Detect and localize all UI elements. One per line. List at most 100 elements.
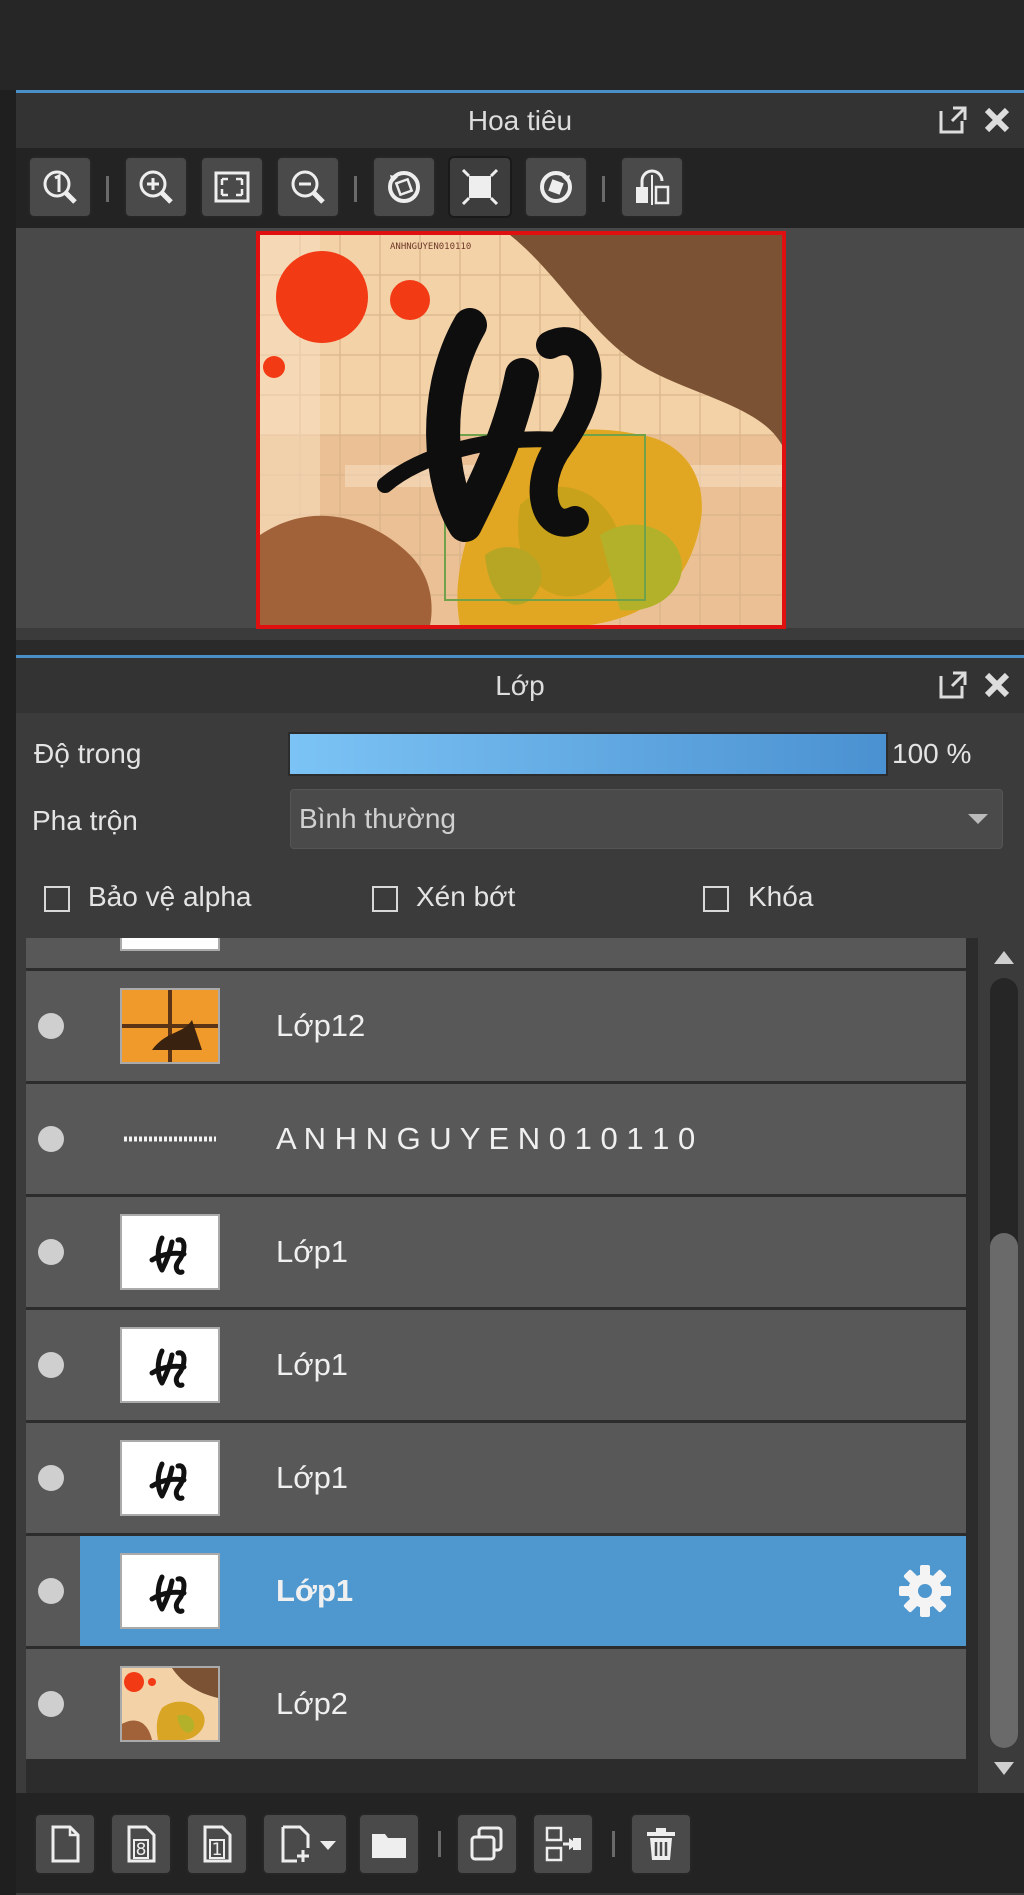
navigator-toolbar — [16, 148, 1024, 228]
flip-horizontal-button[interactable] — [620, 156, 684, 218]
layer-row-partial[interactable] — [26, 938, 966, 968]
layer-thumbnail — [120, 938, 220, 951]
layer-row[interactable]: Lớp1 — [26, 1310, 966, 1420]
toolbar-separator — [354, 176, 357, 202]
popout-icon[interactable] — [938, 105, 968, 135]
new-page-icon — [51, 1825, 80, 1863]
layer-thumbnail — [120, 1440, 220, 1516]
merge-down-icon — [545, 1826, 581, 1862]
layer-thumbnail — [120, 1553, 220, 1629]
layer-row-selected[interactable]: Lớp1 — [26, 1536, 966, 1646]
rotate-right-icon — [540, 171, 572, 203]
layer-row[interactable]: Lớp1 — [26, 1423, 966, 1533]
toolbar-separator — [602, 176, 605, 202]
delete-layer-button[interactable] — [630, 1813, 692, 1875]
layers-header: Lớp — [16, 655, 1024, 713]
visibility-toggle-icon[interactable] — [38, 1013, 64, 1039]
left-edge — [0, 90, 16, 1895]
top-strip — [0, 0, 1024, 90]
layer-name: Lớp1 — [276, 1347, 349, 1382]
rotate-left-icon — [388, 171, 420, 203]
zoom-actual-button[interactable] — [28, 156, 92, 218]
navigator-panel: Hoa tiêu ANHNGUYEN010110 — [16, 90, 1024, 640]
gear-icon[interactable] — [898, 1564, 952, 1618]
layer-thumbnail — [120, 988, 220, 1064]
layer-name: Lớp2 — [276, 1686, 349, 1721]
layers-title: Lớp — [495, 670, 545, 701]
protect-alpha-label: Bảo vệ alpha — [88, 881, 252, 912]
layer-8bit-icon: 8 — [127, 1825, 156, 1863]
clipping-label: Xén bớt — [416, 881, 516, 912]
chevron-down-icon — [320, 1841, 336, 1850]
scrollbar-track[interactable] — [990, 978, 1018, 1748]
blend-mode-value: Bình thường — [299, 803, 456, 834]
blend-mode-label: Pha trộn — [32, 805, 138, 836]
layer-name: Lớp1 — [276, 1460, 349, 1495]
blend-mode-select[interactable]: Bình thường — [290, 789, 1003, 849]
visibility-toggle-icon[interactable] — [38, 1352, 64, 1378]
new-1bit-layer-button[interactable]: 1 — [186, 1813, 248, 1875]
chevron-down-icon — [968, 814, 988, 824]
toolbar-separator — [106, 176, 109, 202]
new-layer-button[interactable] — [34, 1813, 96, 1875]
layer-name: A N H N G U Y E N 0 1 0 1 1 0 — [276, 1121, 696, 1156]
layer-row[interactable]: Lớp12 — [26, 971, 966, 1081]
scrollbar-thumb[interactable] — [990, 1233, 1018, 1748]
rotate-left-button[interactable] — [372, 156, 436, 218]
preview-caption: ANHNGUYEN010110 — [390, 242, 471, 252]
add-layer-icon — [281, 1825, 310, 1863]
navigator-title: Hoa tiêu — [467, 105, 573, 136]
add-layer-menu-button[interactable] — [262, 1813, 348, 1875]
layer-name: Lớp12 — [276, 1008, 366, 1043]
canvas-preview[interactable]: ANHNGUYEN010110 — [256, 231, 786, 629]
clipping-checkbox[interactable] — [372, 886, 398, 912]
visibility-toggle-icon[interactable] — [38, 1239, 64, 1265]
rotate-right-button[interactable] — [524, 156, 588, 218]
layers-scrollbar[interactable] — [982, 938, 1024, 1793]
layers-panel: Lớp Độ trong 100 % Pha trộn Bình thường … — [16, 655, 1024, 1895]
zoom-in-button[interactable] — [124, 156, 188, 218]
protect-alpha-checkbox[interactable] — [44, 886, 70, 912]
layer-name: Lớp1 — [276, 1573, 354, 1608]
layer-row[interactable]: Lớp2 — [26, 1649, 966, 1759]
fit-screen-button[interactable] — [200, 156, 264, 218]
duplicate-icon — [470, 1826, 503, 1861]
zoom-actual-icon — [43, 170, 77, 204]
artwork-thumbnail: ANHNGUYEN010110 — [260, 235, 782, 625]
opacity-slider[interactable] — [288, 732, 888, 776]
merge-layer-button[interactable] — [532, 1813, 594, 1875]
duplicate-layer-button[interactable] — [456, 1813, 518, 1875]
navigator-header: Hoa tiêu — [16, 90, 1024, 148]
new-8bit-layer-button[interactable]: 8 — [110, 1813, 172, 1875]
lock-checkbox[interactable] — [703, 886, 729, 912]
layers-list: Lớp12 A N H N G U Y E N 0 1 0 1 1 0 Lớp1… — [26, 938, 978, 1793]
opacity-label: Độ trong — [34, 738, 142, 769]
layer-row[interactable]: A N H N G U Y E N 0 1 0 1 1 0 — [26, 1084, 966, 1194]
flip-horizontal-icon — [636, 169, 670, 205]
visibility-toggle-icon[interactable] — [38, 1578, 64, 1604]
zoom-out-button[interactable] — [276, 156, 340, 218]
opacity-value: 100 % — [892, 738, 972, 769]
zoom-in-icon — [139, 170, 173, 204]
new-folder-button[interactable] — [358, 1813, 420, 1875]
trash-icon — [647, 1828, 675, 1860]
visibility-toggle-icon[interactable] — [38, 1126, 64, 1152]
scroll-up-icon[interactable] — [992, 948, 1016, 966]
layer-row[interactable]: Lớp1 — [26, 1197, 966, 1307]
close-icon[interactable] — [982, 670, 1012, 700]
layer-name: Lớp1 — [276, 1234, 349, 1269]
toolbar-separator — [612, 1831, 615, 1857]
reset-rotation-button[interactable] — [448, 156, 512, 218]
folder-icon — [372, 1834, 406, 1858]
lock-label: Khóa — [748, 881, 814, 912]
scroll-down-icon[interactable] — [992, 1760, 1016, 1778]
visibility-toggle-icon[interactable] — [38, 1691, 64, 1717]
visibility-toggle-icon[interactable] — [38, 1465, 64, 1491]
layer-thumbnail — [120, 1101, 220, 1177]
popout-icon[interactable] — [938, 670, 968, 700]
toolbar-separator — [438, 1831, 441, 1857]
reset-rotation-icon — [461, 168, 499, 206]
layer-thumbnail — [120, 1666, 220, 1742]
close-icon[interactable] — [982, 105, 1012, 135]
fit-screen-icon — [214, 171, 250, 203]
